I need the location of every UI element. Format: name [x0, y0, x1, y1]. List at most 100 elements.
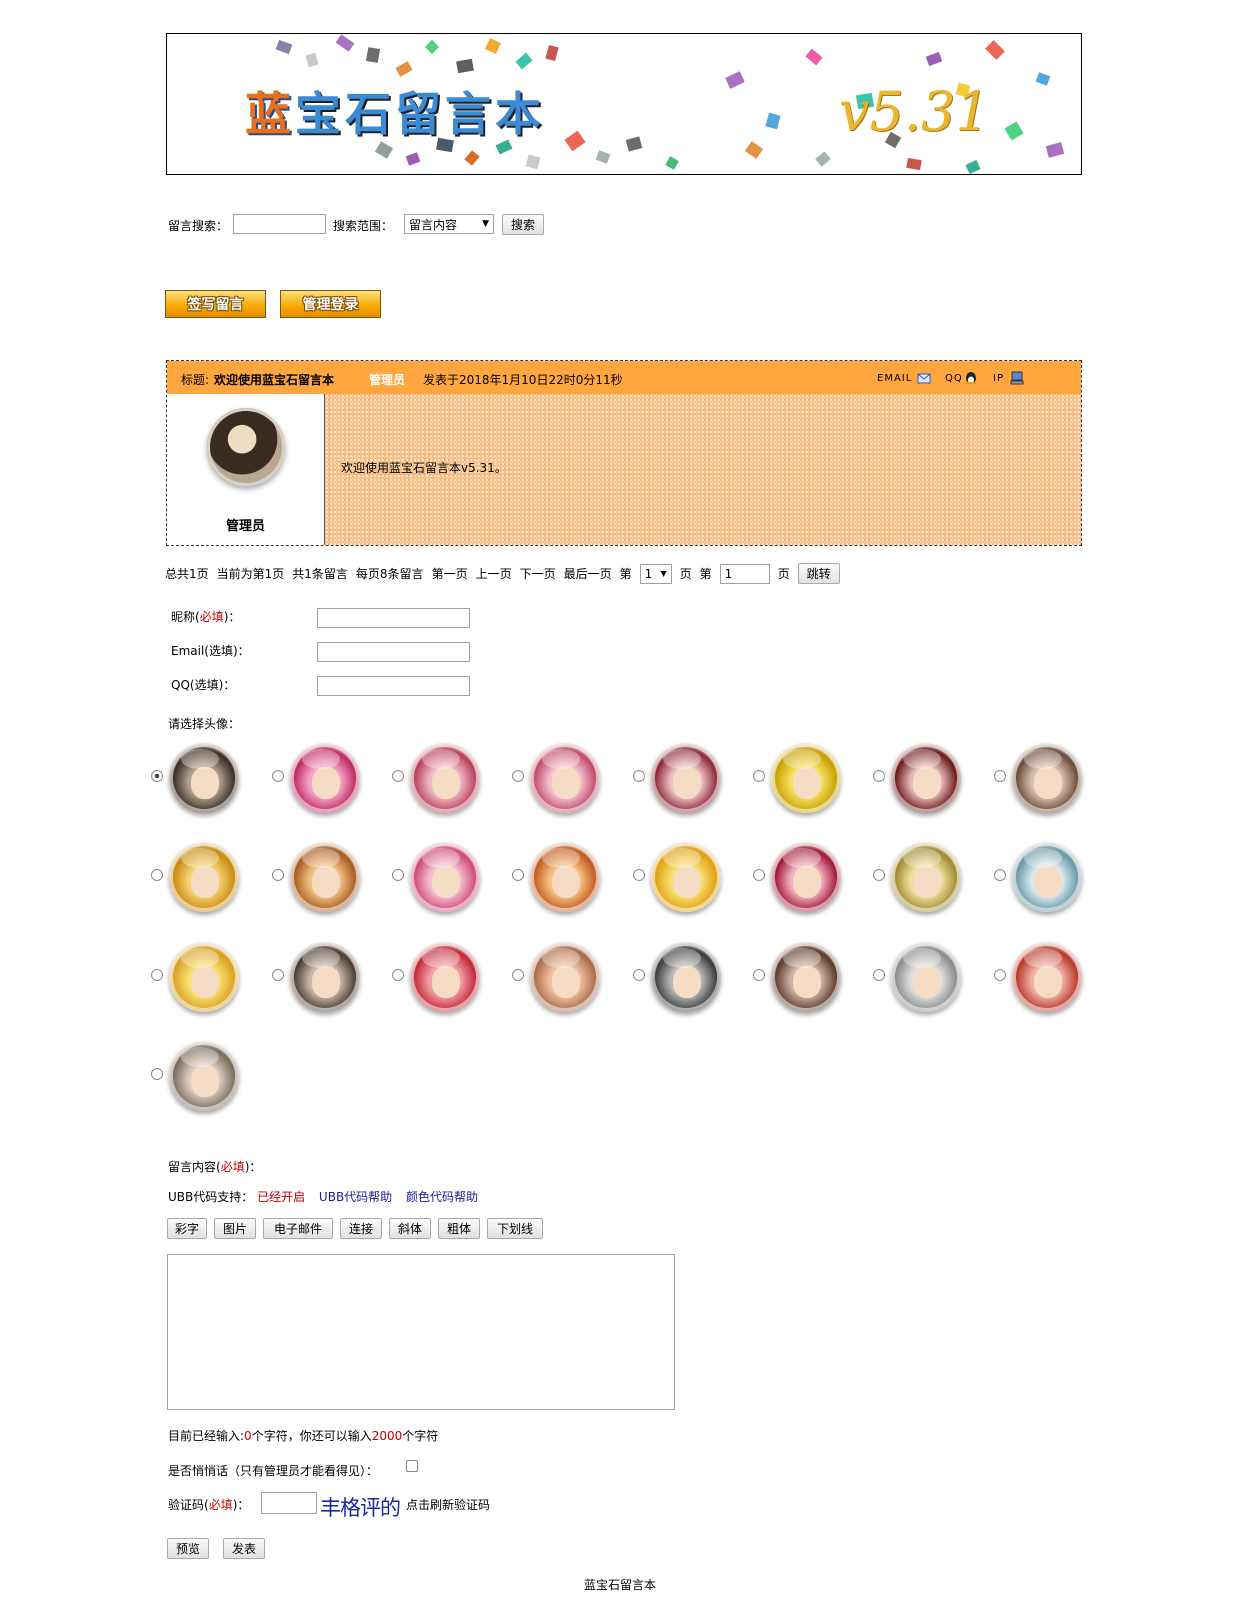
avatar-radio[interactable] [873, 770, 885, 782]
ubb-underline-button[interactable]: 下划线 [487, 1218, 543, 1239]
sign-message-button[interactable]: 签写留言 [165, 290, 266, 318]
avatar-radio[interactable] [753, 969, 765, 981]
ubb-color-text-button[interactable]: 彩字 [167, 1218, 207, 1239]
avatar-option[interactable] [891, 842, 961, 912]
avatar-radio[interactable] [633, 770, 645, 782]
preview-button[interactable]: 预览 [167, 1538, 209, 1559]
prev-page-link[interactable]: 上一页 [476, 565, 512, 582]
avatar-radio[interactable] [272, 770, 284, 782]
avatar-option[interactable] [771, 942, 841, 1012]
private-checkbox[interactable] [406, 1460, 418, 1472]
avatar-option[interactable] [290, 743, 360, 813]
captcha-image[interactable]: 丰格评的 [320, 1492, 401, 1522]
search-scope-value: 留言内容 [409, 217, 458, 232]
ubb-italic-button[interactable]: 斜体 [389, 1218, 431, 1239]
email-input[interactable] [317, 642, 470, 662]
banner-version: v5.31 [839, 80, 990, 143]
search-button[interactable]: 搜索 [502, 214, 544, 235]
avatar-option[interactable] [169, 1041, 239, 1111]
avatar-option[interactable] [771, 842, 841, 912]
user-avatar [207, 408, 285, 486]
avatar-option[interactable] [169, 743, 239, 813]
avatar-radio[interactable] [151, 1068, 163, 1080]
avatar-radio[interactable] [512, 969, 524, 981]
captcha-input[interactable] [261, 1492, 317, 1514]
avatar-radio[interactable] [392, 770, 404, 782]
avatar-option[interactable] [651, 842, 721, 912]
avatar-face [673, 767, 701, 799]
search-input[interactable] [233, 214, 326, 234]
avatar-radio[interactable] [151, 969, 163, 981]
qq-input[interactable] [317, 676, 470, 696]
captcha-refresh-text[interactable]: 点击刷新验证码 [406, 1496, 490, 1513]
avatar-radio[interactable] [873, 869, 885, 881]
avatar-option[interactable] [290, 942, 360, 1012]
avatar-radio[interactable] [151, 770, 163, 782]
avatar-radio[interactable] [873, 969, 885, 981]
email-icon[interactable] [917, 371, 931, 385]
qq-penguin-icon[interactable] [964, 371, 978, 385]
message-textarea[interactable] [167, 1254, 675, 1410]
avatar-radio[interactable] [994, 770, 1006, 782]
jump-page-input[interactable] [719, 563, 770, 584]
color-help-link[interactable]: 颜色代码帮助 [406, 1190, 478, 1204]
char-counter: 目前已经输入:0个字符，你还可以输入2000个字符 [168, 1429, 439, 1443]
avatar-radio[interactable] [151, 869, 163, 881]
last-page-link[interactable]: 最后一页 [564, 565, 612, 582]
avatar-option[interactable] [169, 842, 239, 912]
avatar-radio[interactable] [633, 869, 645, 881]
ubb-link-button[interactable]: 连接 [340, 1218, 382, 1239]
avatar-radio[interactable] [272, 969, 284, 981]
avatar-option[interactable] [530, 743, 600, 813]
ubb-email-button[interactable]: 电子邮件 [263, 1218, 333, 1239]
search-label: 留言搜索： [168, 219, 229, 233]
avatar-radio[interactable] [633, 969, 645, 981]
message-user-panel: 管理员 [167, 394, 325, 545]
avatar-option[interactable] [651, 942, 721, 1012]
avatar-radio[interactable] [753, 869, 765, 881]
avatar-radio[interactable] [272, 869, 284, 881]
avatar-option[interactable] [410, 942, 480, 1012]
avatar-radio[interactable] [392, 969, 404, 981]
avatar-option[interactable] [410, 743, 480, 813]
ip-label: IP [993, 373, 1004, 384]
message-content-area: 欢迎使用蓝宝石留言本v5.31。 [325, 394, 1081, 545]
captcha-label: 验证码(必填)： [168, 1498, 250, 1512]
avatar-option[interactable] [651, 743, 721, 813]
ubb-help-link[interactable]: UBB代码帮助 [319, 1190, 392, 1204]
avatar-radio[interactable] [512, 770, 524, 782]
avatar-option[interactable] [1012, 743, 1082, 813]
computer-icon[interactable] [1010, 371, 1024, 385]
avatar-face [913, 866, 941, 898]
avatar-option[interactable] [891, 942, 961, 1012]
message-username: 管理员 [225, 519, 265, 534]
jump-button[interactable]: 跳转 [797, 563, 840, 584]
avatar-radio[interactable] [753, 770, 765, 782]
avatar-option[interactable] [169, 942, 239, 1012]
ubb-info: UBB代码支持： 已经开启 UBB代码帮助 颜色代码帮助 [168, 1188, 478, 1205]
submit-button[interactable]: 发表 [223, 1538, 265, 1559]
avatar-radio[interactable] [392, 869, 404, 881]
avatar-option[interactable] [1012, 942, 1082, 1012]
ubb-image-button[interactable]: 图片 [214, 1218, 256, 1239]
nickname-input[interactable] [317, 608, 470, 628]
avatar-radio[interactable] [512, 869, 524, 881]
avatar-option[interactable] [290, 842, 360, 912]
avatar-radio[interactable] [994, 869, 1006, 881]
page-select[interactable]: 1 ▼ [639, 563, 672, 584]
first-page-link[interactable]: 第一页 [432, 565, 468, 582]
avatar-option[interactable] [1012, 842, 1082, 912]
search-scope-select[interactable]: 留言内容 ▼ [404, 214, 494, 234]
avatar-option[interactable] [771, 743, 841, 813]
admin-login-button[interactable]: 管理登录 [280, 290, 381, 318]
message-content: 欢迎使用蓝宝石留言本v5.31。 [341, 461, 507, 475]
avatar-option[interactable] [410, 842, 480, 912]
avatar-option[interactable] [530, 942, 600, 1012]
search-scope-label: 搜索范围： [333, 219, 394, 233]
ubb-bold-button[interactable]: 粗体 [438, 1218, 480, 1239]
next-page-link[interactable]: 下一页 [520, 565, 556, 582]
avatar-option[interactable] [530, 842, 600, 912]
avatar-option[interactable] [891, 743, 961, 813]
avatar-face [191, 767, 219, 799]
avatar-radio[interactable] [994, 969, 1006, 981]
